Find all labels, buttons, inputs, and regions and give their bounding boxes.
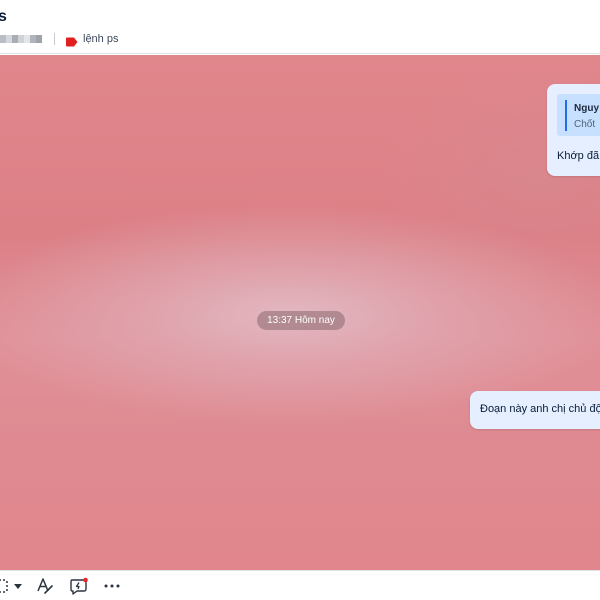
chat-message-area[interactable]: Nguy Chốt Khớp đã 13:37 Hôm nay Đoạn này…: [0, 55, 600, 570]
composer-toolbar: [0, 570, 600, 600]
message-bubble[interactable]: Đoạn này anh chị chủ độ: [470, 391, 600, 429]
reply-message-text: Khớp đã: [557, 150, 600, 162]
quote-author: Nguy: [574, 103, 599, 114]
time-divider-badge: 13:37 Hôm nay: [257, 311, 345, 330]
screenshot-icon[interactable]: [0, 575, 12, 597]
tag-label[interactable]: lệnh ps: [83, 33, 118, 45]
conversation-header: s lệnh ps: [0, 0, 600, 54]
reply-message-bubble[interactable]: Nguy Chốt Khớp đã: [547, 84, 600, 176]
quote-text: Chốt: [574, 119, 596, 130]
meta-divider: [54, 33, 55, 45]
dropdown-caret-icon[interactable]: [12, 575, 24, 597]
tag-icon[interactable]: [65, 34, 78, 47]
message-text: Đoạn này anh chị chủ độ: [480, 403, 600, 415]
quick-message-icon[interactable]: [67, 575, 91, 597]
blurred-member-info: [0, 35, 42, 43]
more-icon[interactable]: [102, 575, 122, 597]
quote-bar: [565, 100, 567, 131]
quoted-message[interactable]: Nguy Chốt: [557, 94, 600, 136]
conversation-meta: lệnh ps: [0, 32, 118, 47]
conversation-title[interactable]: s: [0, 8, 7, 26]
text-format-icon[interactable]: [34, 575, 56, 597]
